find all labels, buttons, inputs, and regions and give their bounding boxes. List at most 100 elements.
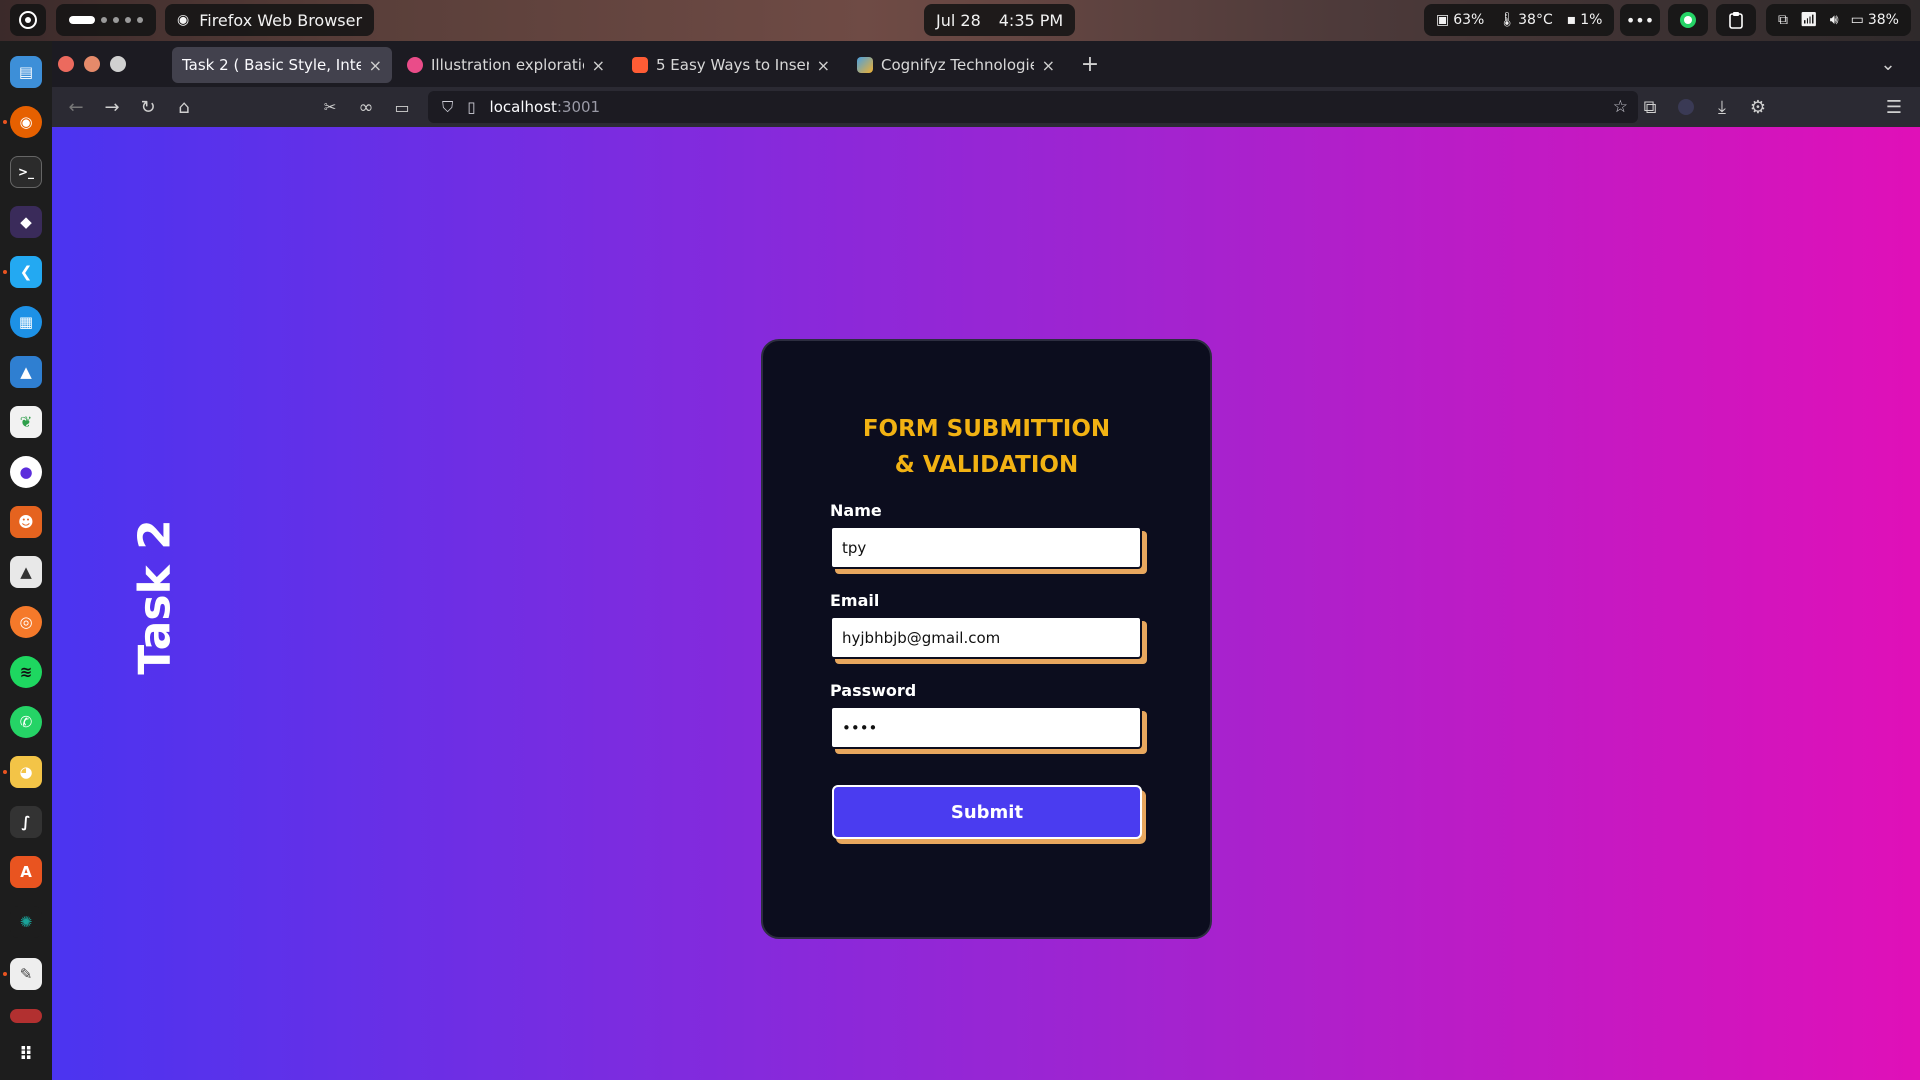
tab-title: Cognifyz Technologies — [881, 56, 1034, 74]
dock-mongodb[interactable]: ❦ — [10, 406, 42, 438]
dock-files[interactable]: ▤ — [10, 56, 42, 88]
account-button[interactable] — [1674, 95, 1698, 119]
running-indicator — [3, 270, 7, 274]
dock-software-center[interactable]: A — [10, 856, 42, 888]
password-input[interactable] — [830, 706, 1142, 749]
tab-close-icon[interactable]: × — [1042, 56, 1055, 75]
dock-chrome[interactable]: ◕ — [10, 756, 42, 788]
tab-task-2[interactable]: Task 2 ( Basic Style, Interacti × — [172, 47, 392, 83]
submit-button[interactable]: Submit — [832, 785, 1142, 839]
running-indicator — [3, 120, 7, 124]
tab-illustration[interactable]: Illustration exploration fo × — [397, 47, 615, 83]
list-tabs-button[interactable]: ⌄ — [1876, 52, 1900, 76]
tab-close-icon[interactable]: × — [592, 56, 605, 75]
private-browsing-button[interactable]: ∞ — [354, 95, 378, 119]
name-input[interactable] — [830, 526, 1142, 569]
name-field-wrapper — [830, 526, 1147, 574]
dock-app-circle[interactable]: ● — [10, 456, 42, 488]
dock-app-dark[interactable]: ∫ — [10, 806, 42, 838]
app-icon: ▲ — [20, 363, 32, 381]
plus-icon: + — [1080, 51, 1100, 77]
arrow-right-icon: → — [104, 96, 120, 118]
clock-button[interactable]: Jul 28 4:35 PM — [924, 4, 1076, 36]
dock-text-editor[interactable]: ✎ — [10, 958, 42, 990]
app-grid-icon: ⠿ — [18, 1043, 34, 1065]
submit-wrapper: Submit — [832, 785, 1146, 845]
bookmark-star-icon[interactable]: ☆ — [1613, 97, 1628, 117]
active-app-menu[interactable]: ◉ Firefox Web Browser — [165, 4, 375, 36]
sidebar-button[interactable]: ▭ — [390, 95, 414, 119]
wifi-icon: 📶︎ — [1800, 12, 1818, 28]
dock-firefox[interactable]: ◉ — [10, 106, 42, 138]
whatsapp-tray-button[interactable] — [1668, 4, 1708, 36]
running-indicator — [3, 972, 7, 976]
dock-spotify[interactable]: ≋ — [10, 656, 42, 688]
new-tab-button[interactable]: + — [1078, 51, 1102, 77]
screenshot-button[interactable]: ✂ — [318, 95, 342, 119]
tab-cognifyz[interactable]: Cognifyz Technologies × — [847, 47, 1065, 83]
system-logo-button[interactable] — [10, 4, 46, 36]
downloads-button[interactable]: ⤓ — [1710, 95, 1734, 119]
extensions-button[interactable]: ⧉ — [1638, 95, 1662, 119]
side-title: Task 2 — [129, 519, 181, 675]
name-label: Name — [830, 501, 882, 520]
dock-vscode[interactable]: ❮ — [10, 256, 42, 288]
home-button[interactable]: ⌂ — [172, 95, 196, 119]
vscode-icon: ❮ — [19, 263, 33, 281]
leaf-icon: ❦ — [19, 413, 33, 431]
app-dock: ▤ ◉ >_ ◆ ❮ ▦ ▲ ❦ ● ☻ ▲ ◎ ≋ ✆ ◕ ∫ A ✺ ✎ ⠿ — [0, 41, 52, 1080]
reload-button[interactable]: ↻ — [136, 95, 160, 119]
dock-blender[interactable]: ◎ — [10, 606, 42, 638]
tab-title: Task 2 ( Basic Style, Interacti — [182, 56, 361, 74]
disk-usage: 1% — [1580, 12, 1603, 28]
email-input[interactable] — [830, 616, 1142, 659]
window-minimize-button[interactable] — [84, 56, 100, 72]
dock-app-red[interactable] — [10, 1009, 42, 1023]
battery-icon: ▭ — [1850, 12, 1864, 28]
more-dots-icon: ••• — [1625, 10, 1655, 30]
more-indicators-button[interactable]: ••• — [1620, 4, 1660, 36]
settings-button[interactable]: ⚙ — [1746, 95, 1770, 119]
app-menu-button[interactable]: ☰ — [1882, 95, 1906, 119]
workspace-dot — [137, 17, 143, 23]
hamburger-icon: ☰ — [1885, 96, 1903, 118]
avatar-icon — [1678, 99, 1694, 115]
dock-show-apps[interactable]: ⠿ — [10, 1038, 42, 1070]
forward-button[interactable]: → — [100, 95, 124, 119]
back-button[interactable]: ← — [64, 95, 88, 119]
dock-whatsapp[interactable]: ✆ — [10, 706, 42, 738]
url-port: :3001 — [556, 98, 601, 116]
dock-app-purple[interactable]: ◆ — [10, 206, 42, 238]
gear-icon: ⚙ — [1749, 96, 1767, 118]
download-icon: ⤓ — [1718, 96, 1726, 118]
dock-terminal[interactable]: >_ — [10, 156, 42, 188]
shield-icon[interactable]: ⛉ — [442, 98, 453, 116]
dock-app-orange[interactable]: ☻ — [10, 506, 42, 538]
workspace-indicator[interactable] — [56, 4, 156, 36]
temperature: 38°C — [1518, 12, 1553, 28]
app-icon: ◆ — [20, 213, 32, 231]
system-stats[interactable]: ▣ 63% 🌡︎ 38°C ▪ 1% — [1424, 4, 1615, 36]
tab-close-icon[interactable]: × — [817, 56, 830, 75]
window-close-button[interactable] — [58, 56, 74, 72]
clipboard-tray-button[interactable] — [1716, 4, 1756, 36]
form-title-line-1: FORM SUBMITTION — [862, 416, 1111, 442]
url-text[interactable]: localhost:3001 — [490, 98, 601, 116]
tab-insert-space[interactable]: 5 Easy Ways to Insert Spa × — [622, 47, 840, 83]
app-icon: ☻ — [18, 513, 34, 531]
whatsapp-icon: ✆ — [19, 713, 33, 731]
app-icon: ● — [19, 463, 33, 481]
dock-docker[interactable]: ▦ — [10, 306, 42, 338]
dock-app-teal[interactable]: ✺ — [10, 906, 42, 938]
tab-close-icon[interactable]: × — [369, 56, 382, 75]
window-maximize-button[interactable] — [110, 56, 126, 72]
dock-inkscape[interactable]: ▲ — [10, 556, 42, 588]
dock-app-blue[interactable]: ▲ — [10, 356, 42, 388]
url-bar[interactable]: ⛉ ▯ localhost:3001 ☆ — [428, 91, 1638, 123]
inkscape-icon: ▲ — [20, 563, 32, 581]
form-card: FORM SUBMITTION & VALIDATION Name Email … — [761, 339, 1212, 939]
clipboard-icon — [1729, 12, 1743, 29]
chevron-down-icon: ⌄ — [1880, 53, 1896, 75]
system-menu-button[interactable]: ⧉ 📶︎ 🔊︎ ▭ 38% — [1766, 4, 1911, 36]
software-icon: A — [20, 863, 32, 881]
